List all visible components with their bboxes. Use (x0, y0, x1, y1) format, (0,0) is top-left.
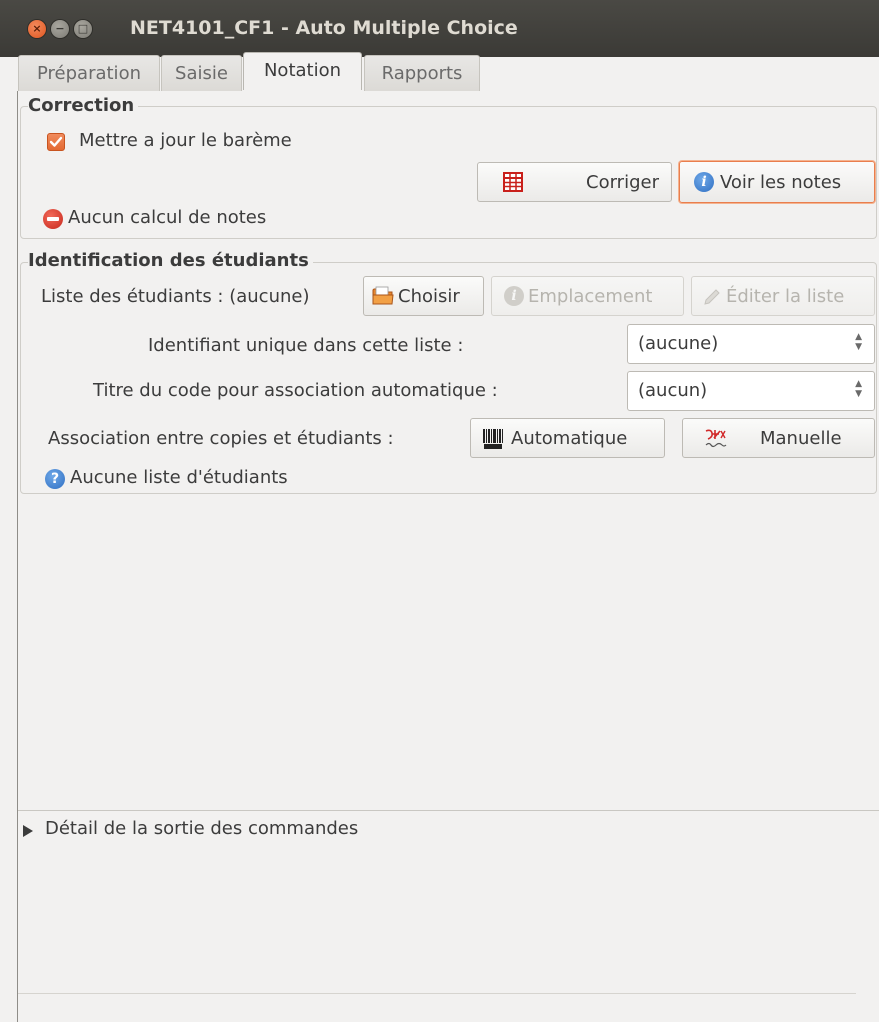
maximize-window-button[interactable]: □ (74, 20, 92, 38)
correct-button-label: Corriger (586, 172, 659, 193)
view-notes-button[interactable]: i Voir les notes (679, 161, 875, 203)
location-button-label: Emplacement (528, 286, 653, 307)
edit-list-button[interactable]: Éditer la liste (691, 276, 875, 316)
folder-icon (372, 286, 394, 305)
checkmark-icon (49, 136, 63, 147)
status-bar (18, 993, 856, 994)
help-icon: ? (45, 469, 65, 489)
code-title-value: (aucun) (638, 380, 708, 401)
update-scale-label[interactable]: Mettre a jour le barème (79, 130, 292, 151)
correction-status-text: Aucun calcul de notes (68, 207, 267, 228)
identification-frame-title: Identification des étudiants (28, 250, 313, 271)
maximize-icon: □ (77, 22, 89, 35)
spreadsheet-icon (503, 172, 523, 192)
choose-button-label: Choisir (398, 286, 460, 307)
unique-id-label: Identifiant unique dans cette liste : (148, 335, 464, 356)
expander-arrow-icon[interactable] (22, 823, 36, 837)
title-bar: × − □ NET4101_CF1 - Auto Multiple Choice (0, 0, 879, 57)
identification-status-text: Aucune liste d'étudiants (70, 467, 288, 488)
correct-button[interactable]: Corriger (477, 162, 672, 202)
handwriting-icon (705, 429, 727, 448)
tab-notation[interactable]: Notation (243, 52, 362, 90)
student-list-label: Liste des étudiants : (aucune) (41, 286, 310, 307)
manual-button[interactable]: Manuelle (682, 418, 875, 458)
minimize-window-button[interactable]: − (51, 20, 69, 38)
info-icon: i (504, 286, 524, 306)
select-arrows-icon: ▲ ▼ (855, 332, 862, 352)
code-title-select[interactable]: (aucun) ▲ ▼ (627, 371, 875, 411)
barcode-icon (483, 429, 503, 449)
edit-list-button-label: Éditer la liste (726, 286, 845, 307)
pencil-icon (704, 289, 720, 305)
tab-rapports[interactable]: Rapports (364, 55, 480, 91)
automatic-button-label: Automatique (511, 428, 628, 449)
command-output-expander[interactable]: Détail de la sortie des commandes (45, 818, 358, 839)
location-button[interactable]: i Emplacement (491, 276, 684, 316)
info-icon: i (694, 172, 714, 192)
select-arrows-icon: ▲ ▼ (855, 379, 862, 399)
window-title: NET4101_CF1 - Auto Multiple Choice (130, 17, 518, 39)
tab-preparation[interactable]: Préparation (18, 55, 160, 91)
window-border (17, 91, 18, 1022)
stop-icon (43, 209, 63, 229)
update-scale-checkbox[interactable] (47, 133, 65, 151)
close-icon: × (32, 22, 42, 35)
manual-button-label: Manuelle (760, 428, 842, 449)
unique-id-select[interactable]: (aucune) ▲ ▼ (627, 324, 875, 364)
pane-separator[interactable] (18, 810, 879, 811)
tab-saisie[interactable]: Saisie (161, 55, 242, 91)
close-window-button[interactable]: × (28, 20, 46, 38)
code-title-label: Titre du code pour association automatiq… (93, 380, 498, 401)
association-label: Association entre copies et étudiants : (48, 428, 394, 449)
choose-button[interactable]: Choisir (363, 276, 484, 316)
automatic-button[interactable]: Automatique (470, 418, 665, 458)
unique-id-value: (aucune) (638, 333, 719, 354)
correction-frame-title: Correction (28, 95, 139, 116)
view-notes-button-label: Voir les notes (720, 172, 842, 193)
minimize-icon: − (55, 22, 65, 35)
